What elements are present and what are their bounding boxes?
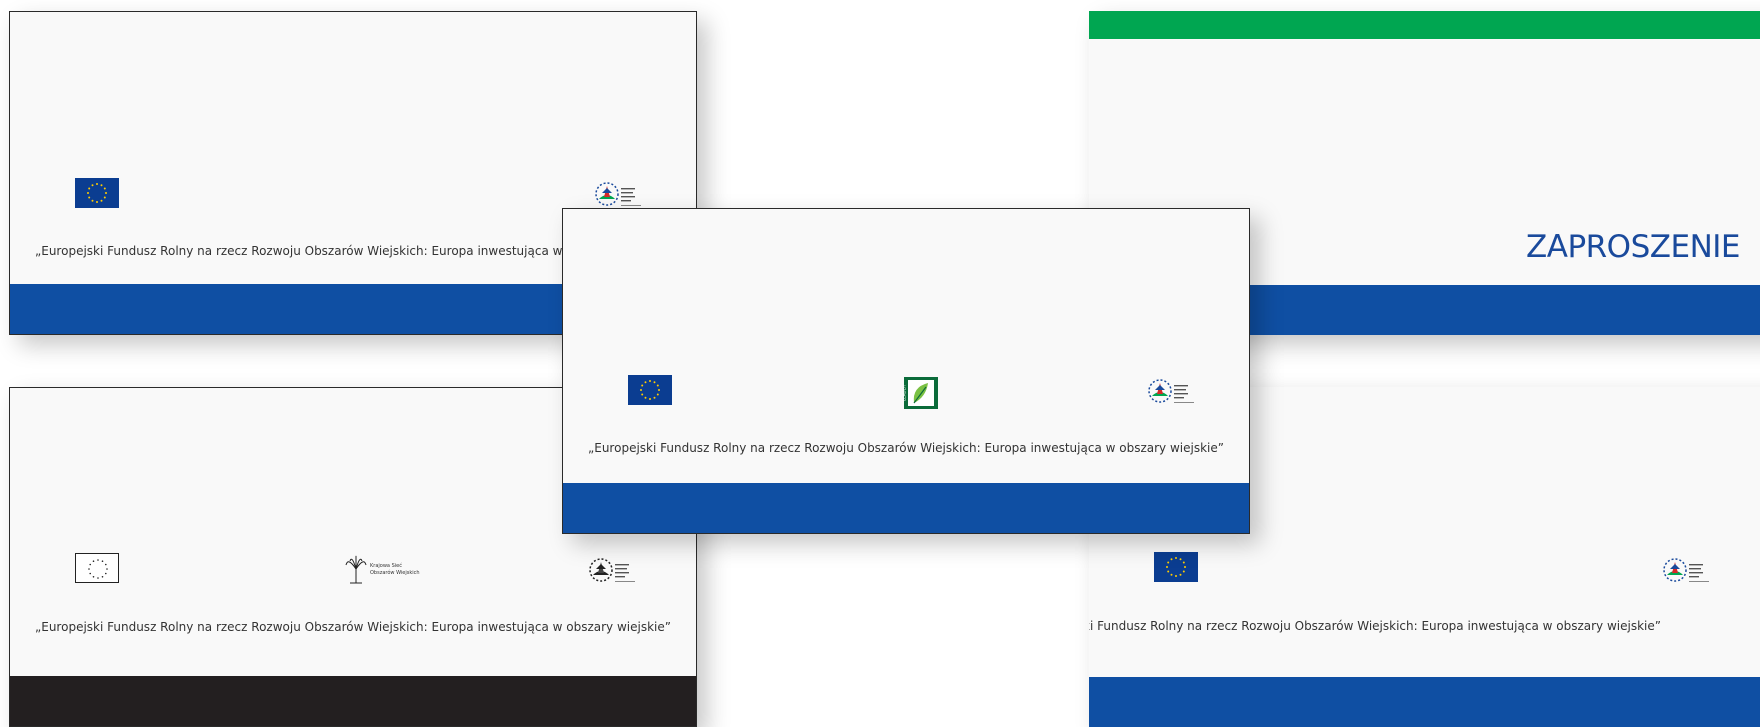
invitation-title: ZAPROSZENIE [1526,229,1741,265]
eu-flag-icon [75,553,119,583]
black-band [10,676,696,726]
green-band [1089,11,1760,39]
svg-text:LEADER: LEADER [904,385,907,401]
ksow-logo-line2: Obszarów Wiejskich [370,570,420,576]
tagline: „Europejski Fundusz Rolny na rzecz Rozwo… [1089,619,1661,633]
blue-band [1089,677,1760,727]
prow-logo-icon [589,558,635,582]
ksow-logo-line1: Krajowa Sieć [370,563,402,569]
prow-logo-icon [1148,379,1194,403]
blue-band [563,483,1249,533]
tagline: „Europejski Fundusz Rolny na rzecz Rozwo… [35,620,671,634]
eu-flag-icon [1154,552,1198,582]
tagline: „Europejski Fundusz Rolny na rzecz Rozwo… [588,441,1224,455]
ksow-logo-icon: Krajowa Sieć Obszarów Wiejskich [342,553,432,585]
eu-flag-icon [75,178,119,208]
card-center: LEADER „Europejski Fundusz Rolny na rzec… [562,208,1250,534]
eu-flag-icon [628,375,672,405]
leader-logo-icon: LEADER [904,377,938,409]
prow-logo-icon [1663,558,1709,582]
